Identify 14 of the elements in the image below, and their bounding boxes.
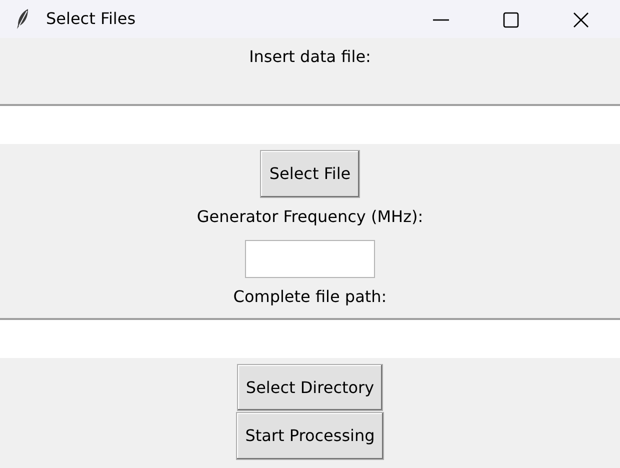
input-field[interactable]: [0, 318, 620, 358]
minimize-icon: [432, 18, 450, 21]
field-label: Insert data file:: [248, 46, 372, 68]
close-icon: [571, 10, 591, 30]
field-label: Generator Frequency (MHz):: [196, 206, 424, 228]
input-field[interactable]: [0, 104, 620, 144]
input-field[interactable]: [245, 240, 375, 278]
maximize-icon: [501, 10, 521, 30]
feather-icon: [16, 8, 30, 30]
action-button[interactable]: Select Directory: [236, 364, 384, 412]
action-button[interactable]: Select File: [260, 150, 360, 198]
window-title: Select Files: [46, 8, 136, 30]
field-label: Complete file path:: [232, 286, 388, 308]
action-button[interactable]: Start Processing: [236, 412, 384, 460]
